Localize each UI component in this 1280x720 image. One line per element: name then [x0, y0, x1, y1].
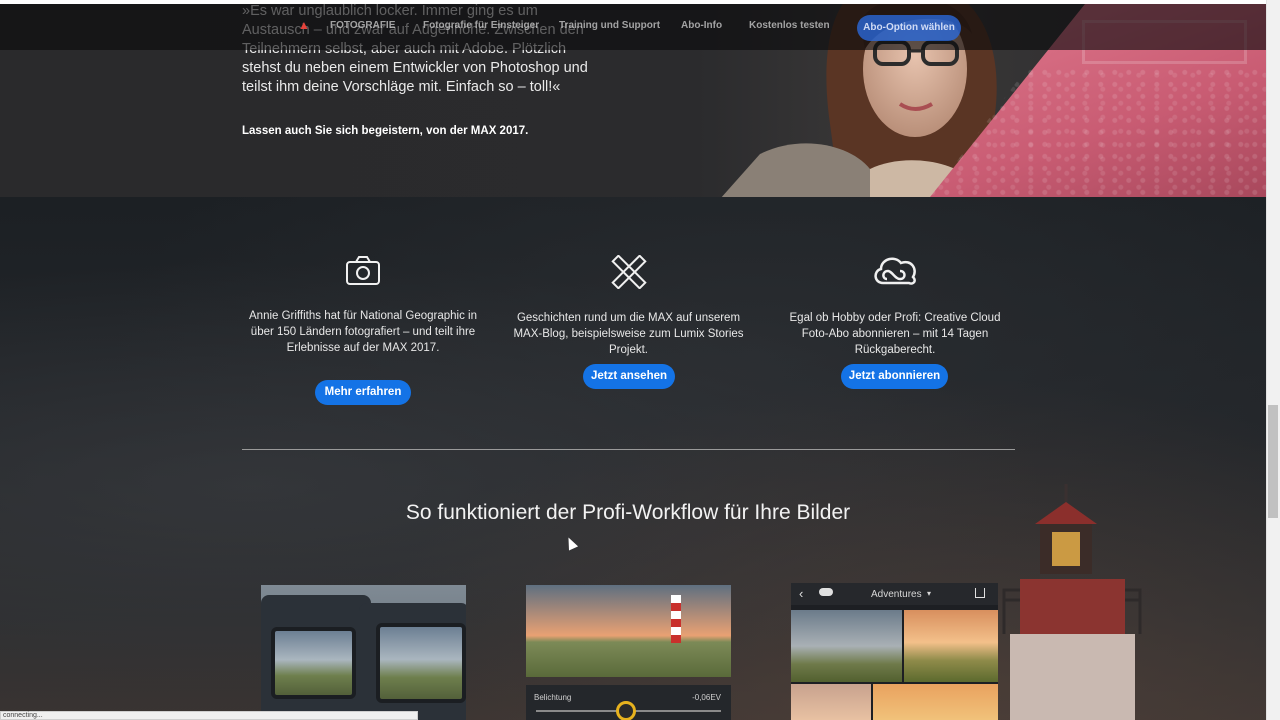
browser-status-bar: connecting...	[0, 711, 418, 720]
album-photo[interactable]	[873, 684, 998, 720]
nav-link-training[interactable]: Training und Support	[559, 20, 660, 31]
feature-max-blog: Geschichten rund um die MAX auf unserem …	[506, 254, 751, 358]
exposure-label: Belichtung	[534, 693, 572, 702]
nav-brand[interactable]: FOTOGRAFIE	[330, 20, 395, 31]
exposure-slider-knob[interactable]	[616, 701, 636, 720]
workflow-thumbnail-edit	[526, 585, 731, 677]
feature-text: Geschichten rund um die MAX auf unserem …	[513, 312, 744, 356]
scrollbar-thumb[interactable]	[1268, 405, 1278, 518]
exposure-value: -0,06EV	[692, 693, 721, 702]
chevron-down-icon[interactable]: ▾	[927, 589, 931, 598]
pencil-ruler-icon	[506, 254, 751, 294]
back-chevron-icon[interactable]: ‹	[799, 586, 803, 601]
mehr-erfahren-button[interactable]: Mehr erfahren	[315, 380, 411, 405]
abo-option-button[interactable]: Abo-Option wählen	[857, 15, 961, 41]
lighthouse-icon	[671, 595, 681, 643]
jetzt-abonnieren-button[interactable]: Jetzt abonnieren	[841, 364, 948, 389]
workflow-thumbnail-album: ‹ Adventures ▾	[791, 583, 998, 720]
feature-national-geographic: Annie Griffiths hat für National Geograp…	[242, 255, 484, 356]
exposure-slider-panel: Belichtung -0,06EV	[526, 685, 731, 720]
album-photo[interactable]	[904, 610, 998, 682]
adobe-logo-icon[interactable]: ▲	[298, 18, 314, 32]
section-divider	[242, 449, 1015, 450]
top-navigation: ▲ FOTOGRAFIE Fotografie für Einsteiger T…	[0, 4, 1266, 50]
jetzt-ansehen-button[interactable]: Jetzt ansehen	[583, 364, 675, 389]
page-viewport: »Es war unglaublich locker. Immer ging e…	[0, 4, 1266, 720]
feature-creative-cloud-abo: Egal ob Hobby oder Profi: Creative Cloud…	[779, 253, 1011, 358]
share-icon[interactable]	[975, 588, 985, 598]
lighthouse-image	[1000, 484, 1150, 720]
feature-text: Annie Griffiths hat für National Geograp…	[249, 310, 477, 354]
nav-link-abo-info[interactable]: Abo-Info	[681, 20, 722, 31]
workflow-thumbnail-camera	[261, 585, 466, 720]
vertical-scrollbar[interactable]	[1266, 0, 1280, 720]
feature-text: Egal ob Hobby oder Profi: Creative Cloud…	[789, 312, 1001, 356]
camera-icon	[242, 255, 484, 292]
hero-cta-text: Lassen auch Sie sich begeistern, von der…	[242, 125, 529, 137]
album-toolbar: ‹ Adventures ▾	[791, 583, 998, 605]
nav-link-einsteiger[interactable]: Fotografie für Einsteiger	[423, 20, 539, 31]
album-title[interactable]: Adventures	[871, 589, 922, 600]
nav-link-testen[interactable]: Kostenlos testen	[749, 20, 830, 31]
album-photo[interactable]	[791, 684, 871, 720]
cloud-icon	[819, 588, 833, 596]
album-photo[interactable]	[791, 610, 902, 682]
creative-cloud-icon	[779, 253, 1011, 294]
